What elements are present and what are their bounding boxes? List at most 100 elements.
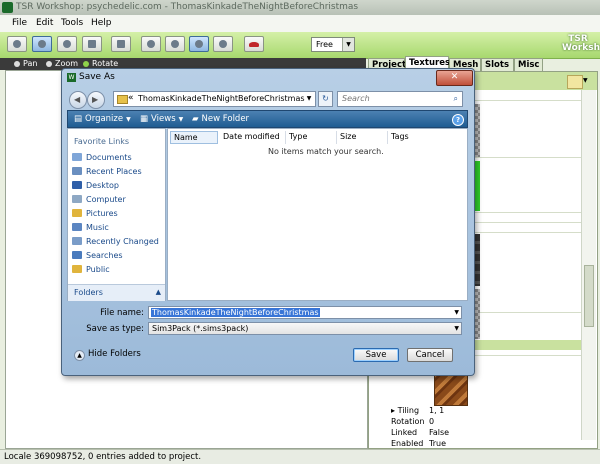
shadow-button[interactable] [213,36,233,52]
mode-zoom-label: Zoom [55,59,79,68]
fav-searches[interactable]: Searches [72,251,123,260]
save-as-type-select[interactable]: Sim3Pack (*.sims3pack) ▼ [148,322,462,335]
camera-mode-select[interactable]: Free ▼ [311,37,355,52]
fav-recently-changed[interactable]: Recently Changed [72,237,159,246]
address-path: ThomasKinkadeTheNightBeforeChristmas [138,94,305,103]
fav-public[interactable]: Public [72,265,110,274]
fav-computer[interactable]: Computer [72,195,126,204]
wireframe-button[interactable] [111,36,131,52]
radio-icon [46,61,52,67]
prop-enabled-value[interactable]: True [429,439,446,447]
col-size[interactable]: Size [337,131,388,144]
forward-button[interactable]: ▶ [87,91,105,109]
flat-shape-button[interactable] [32,36,52,52]
mode-zoom[interactable]: Zoom [46,59,78,68]
menu-edit[interactable]: Edit [36,18,53,28]
path-overflow: « [128,93,134,103]
sphere-icon [13,40,21,48]
prop-rotation-name: Rotation [391,417,425,426]
prop-rotation-value[interactable]: 0 [429,417,434,426]
prop-tiling-value[interactable]: 1, 1 [429,406,444,415]
cube-shape-button[interactable] [82,36,102,52]
tab-misc[interactable]: Misc [514,58,543,71]
fav-recent-places-label: Recent Places [86,167,142,176]
empty-message: No items match your search. [268,147,384,156]
tsr-logo: TSR Workshop [562,34,600,53]
hide-folders-label: Hide Folders [88,349,141,359]
recently-changed-icon [72,237,82,245]
new-folder-button[interactable]: ▰ New Folder [192,114,249,124]
search-input[interactable]: Search ⌕ [337,91,463,107]
chevron-down-icon: ▼ [454,325,459,332]
cancel-button[interactable]: Cancel [407,348,453,362]
fav-pictures[interactable]: Pictures [72,209,118,218]
views-icon: ▦ [140,114,149,124]
menu-help[interactable]: Help [91,18,112,28]
bones-button[interactable] [141,36,161,52]
file-name-field[interactable]: ThomasKinkadeTheNightBeforeChristmas ▼ [148,306,462,319]
texture-view-button[interactable] [189,36,209,52]
app-icon [2,2,13,13]
recent-places-icon [72,167,82,175]
fav-pictures-label: Pictures [86,209,118,218]
radio-icon [14,61,20,67]
mode-pan[interactable]: Pan [14,59,37,68]
cube-icon [88,40,96,48]
fav-recent-places[interactable]: Recent Places [72,167,142,176]
back-button[interactable]: ◀ [69,91,87,109]
mode-rotate[interactable]: Rotate [83,59,118,68]
address-bar[interactable]: « ThomasKinkadeTheNightBeforeChristmas ▼ [113,91,316,107]
cylinder-icon [63,40,71,48]
col-type[interactable]: Type [286,131,337,144]
grid-icon [117,40,125,48]
file-list: Name Date modified Type Size Tags No ite… [167,128,468,301]
status-text: Locale 369098752, 0 entries added to pro… [4,452,202,462]
refresh-icon: ↻ [322,94,329,103]
scrollbar[interactable] [581,90,596,440]
mode-pan-label: Pan [23,59,38,68]
folders-toggle[interactable]: Folders ▲ [68,284,165,301]
fav-music[interactable]: Music [72,223,109,232]
menu-tools[interactable]: Tools [61,18,83,28]
organize-icon: ▤ [74,114,83,124]
chevron-down-icon[interactable]: ▼ [583,75,593,87]
mode-rotate-label: Rotate [92,59,119,68]
hide-folders-button[interactable]: ▲ Hide Folders [74,349,141,361]
fav-desktop[interactable]: Desktop [72,181,119,190]
menu-file[interactable]: File [12,18,27,28]
close-button[interactable]: ✕ [436,70,473,86]
save-button[interactable]: Save [353,348,399,362]
prop-linked-value[interactable]: False [429,428,449,437]
organize-button[interactable]: ▤ Organize ▼ [74,114,131,124]
sphere-shape-button[interactable] [7,36,27,52]
prop-enabled-name: Enabled [391,439,424,447]
desktop-icon [72,181,82,189]
views-button[interactable]: ▦ Views ▼ [140,114,183,124]
prop-tiling-label: Tiling [397,406,420,415]
help-icon[interactable]: ? [452,114,464,126]
folders-label: Folders [74,288,103,297]
lighting-button[interactable] [165,36,185,52]
light-icon [171,40,179,48]
bones-icon [147,40,155,48]
cylinder-shape-button[interactable] [57,36,77,52]
app-title: TSR Workshop: psychedelic.com - ThomasKi… [16,2,359,12]
new-folder-label: New Folder [201,114,250,124]
views-label: Views [151,114,176,124]
computer-icon [72,195,82,203]
save-as-type-label: Save as type: [86,324,144,334]
status-bar: Locale 369098752, 0 entries added to pro… [0,449,600,464]
col-name[interactable]: Name [170,131,218,144]
col-date-modified[interactable]: Date modified [220,131,286,144]
texture-icon [195,40,203,48]
chevron-down-icon: ▼ [454,309,459,316]
lipstick-button[interactable] [244,36,264,52]
refresh-button[interactable]: ↻ [318,91,333,107]
toolbar [0,32,600,59]
fav-documents[interactable]: Documents [72,153,132,162]
col-tags[interactable]: Tags [388,131,448,144]
scrollbar-thumb[interactable] [584,265,594,327]
app-titlebar: TSR Workshop: psychedelic.com - ThomasKi… [0,0,600,15]
tab-slots[interactable]: Slots [481,58,514,71]
folder-icon[interactable] [567,75,583,89]
